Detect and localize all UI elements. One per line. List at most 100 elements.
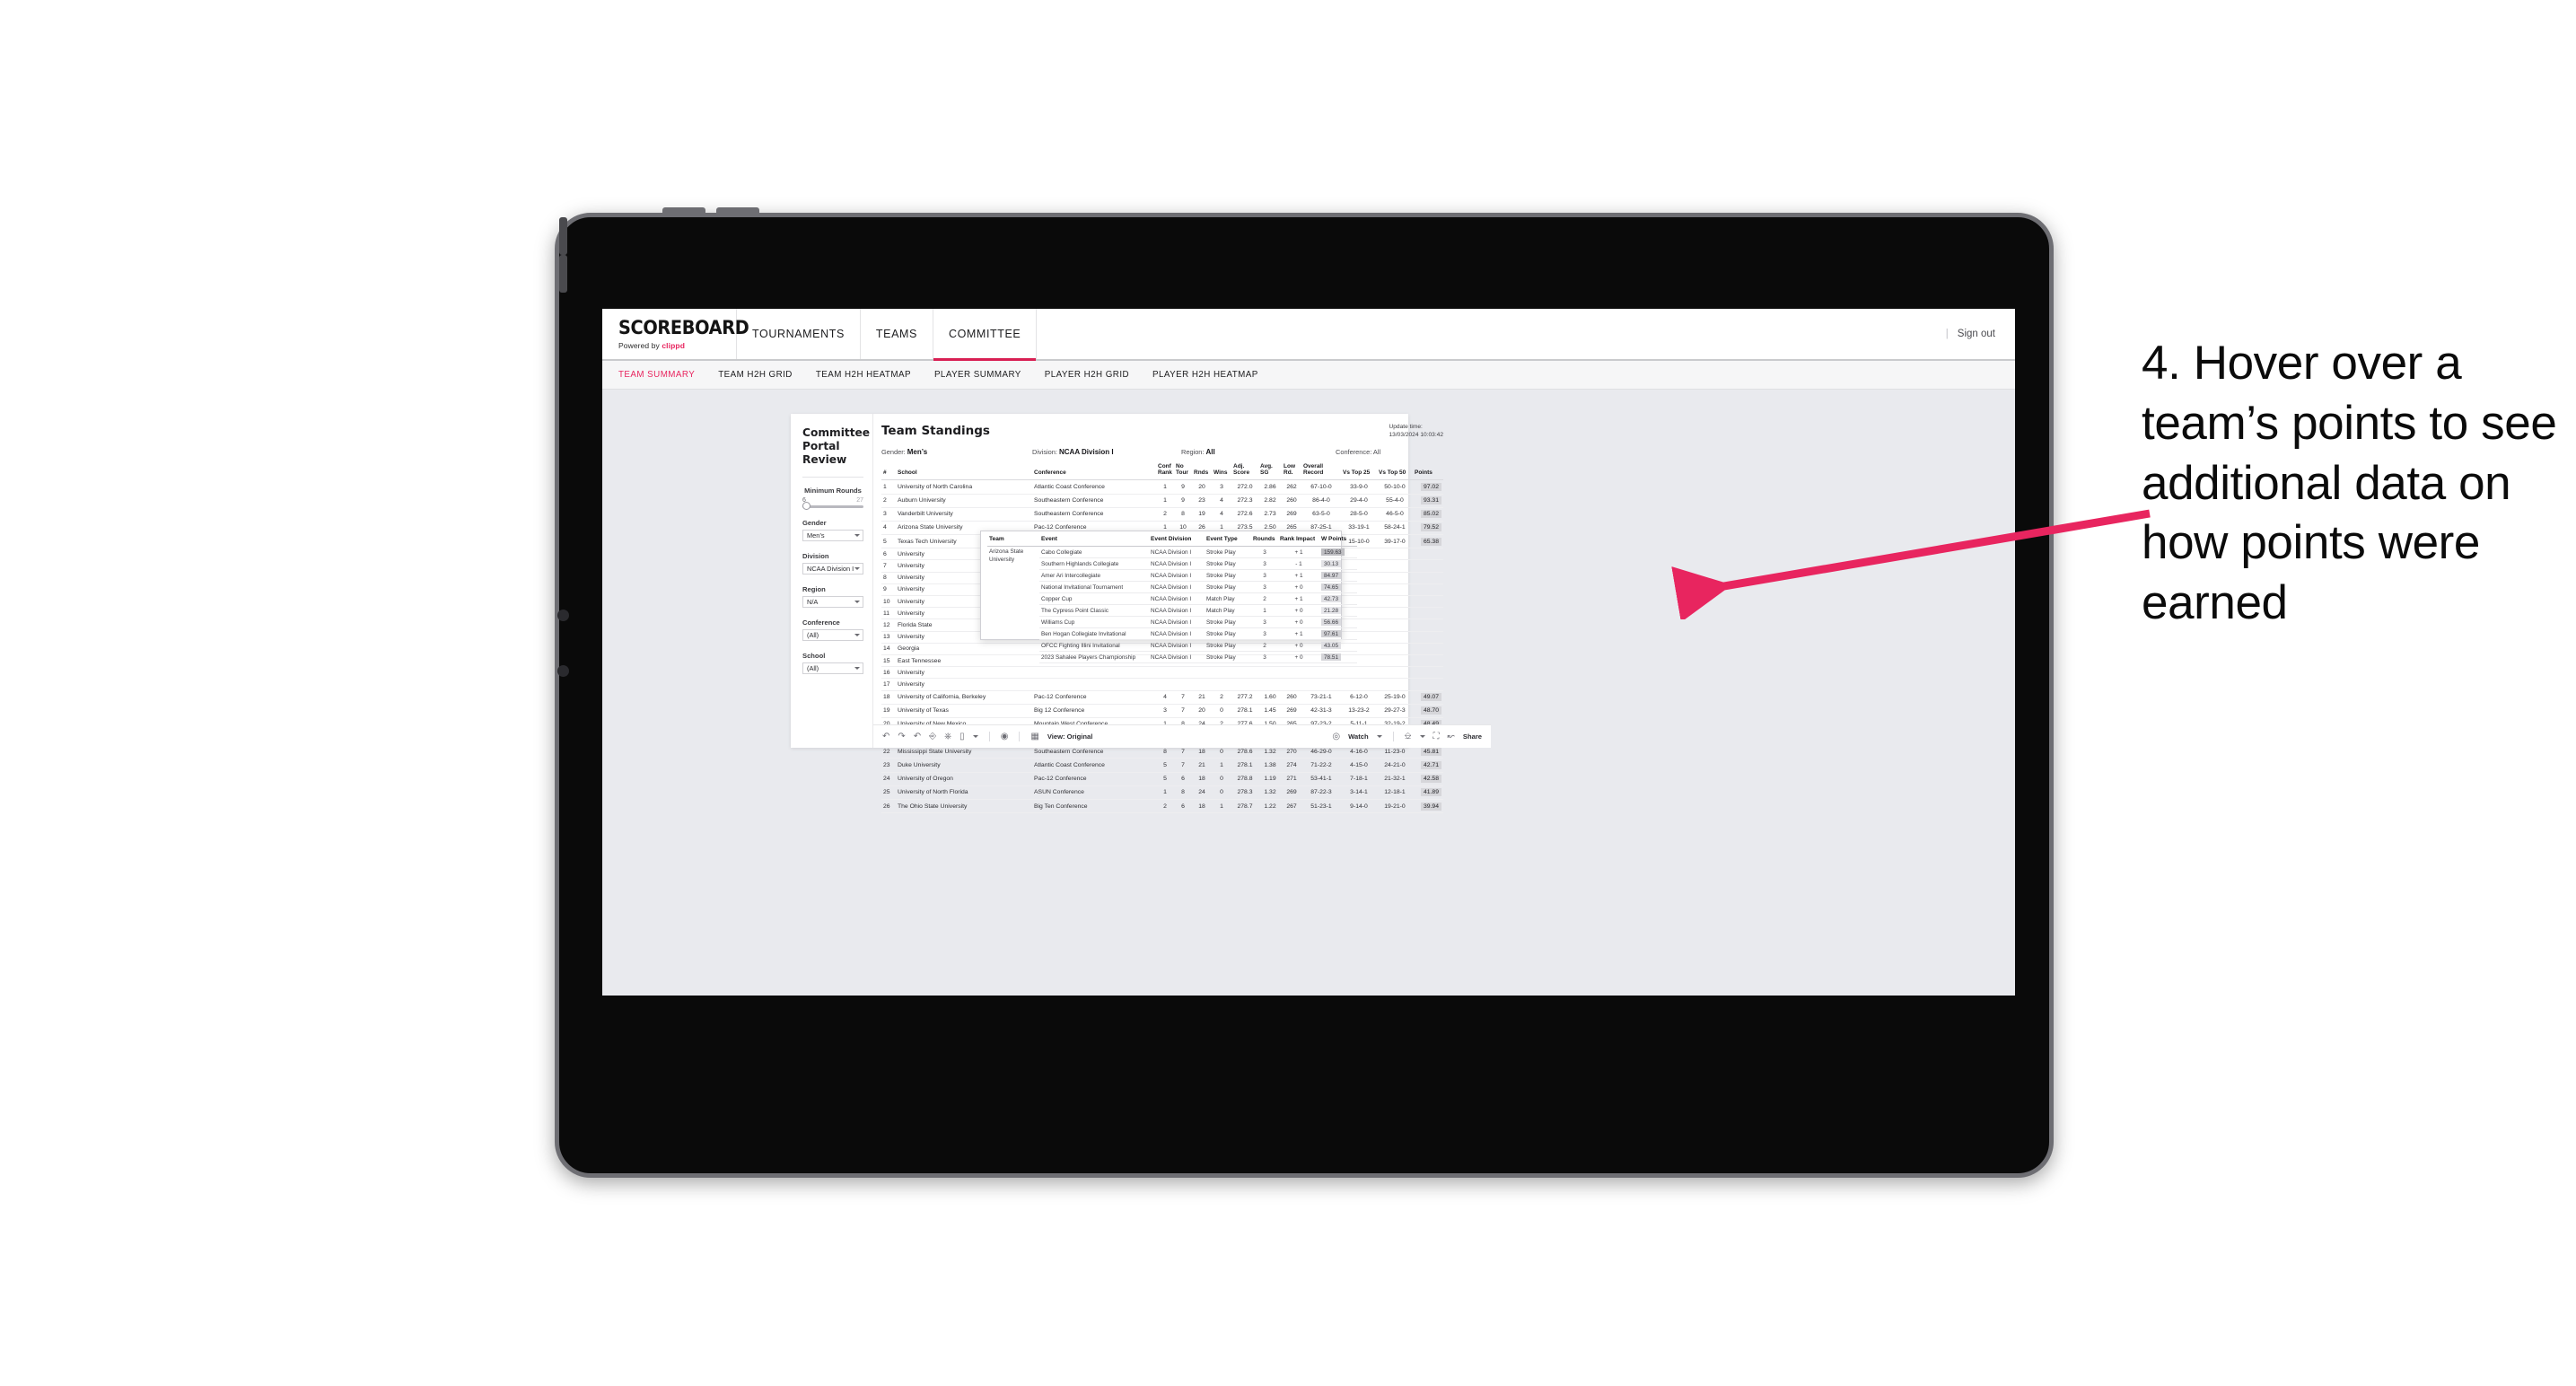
device-layout-icon[interactable]: ▯: [959, 732, 965, 741]
volume-down-button[interactable]: [716, 207, 759, 215]
points-cell[interactable]: 97.02: [1413, 479, 1443, 495]
school-select[interactable]: (All): [802, 662, 863, 674]
watch-icon[interactable]: ◎: [1332, 732, 1340, 741]
tab-player-h2h-heatmap[interactable]: PLAYER H2H HEATMAP: [1152, 370, 1258, 380]
points-value[interactable]: 85.02: [1420, 510, 1441, 519]
points-cell[interactable]: 48.70: [1413, 704, 1443, 718]
points-value[interactable]: 49.07: [1420, 693, 1441, 702]
col-adj-score[interactable]: Adj. Score: [1231, 462, 1258, 481]
points-cell[interactable]: 42.58: [1413, 772, 1443, 786]
col-wins[interactable]: Wins: [1212, 462, 1231, 481]
gender-select[interactable]: Men’s: [802, 529, 863, 541]
power-button[interactable]: [559, 217, 567, 255]
points-cell[interactable]: 39.94: [1413, 799, 1443, 814]
division-select[interactable]: NCAA Division I: [802, 562, 863, 575]
tab-team-h2h-heatmap[interactable]: TEAM H2H HEATMAP: [816, 370, 911, 380]
table-row[interactable]: 1 University of North Carolina Atlantic Co…: [881, 479, 1443, 495]
table-row[interactable]: 17 University: [881, 678, 1443, 691]
table-row[interactable]: 26 The Ohio State University Big Ten Confe…: [881, 799, 1443, 814]
points-value[interactable]: 39.94: [1420, 802, 1441, 811]
points-value[interactable]: 93.31: [1420, 496, 1441, 505]
points-cell[interactable]: [1413, 595, 1443, 609]
tab-team-summary[interactable]: TEAM SUMMARY: [618, 370, 695, 380]
points-cell[interactable]: [1413, 631, 1443, 644]
table-row[interactable]: 16 University: [881, 666, 1443, 680]
alert-icon[interactable]: ◉: [1001, 732, 1009, 741]
col-no-tour[interactable]: No Tour: [1174, 462, 1192, 481]
points-cell[interactable]: 65.38: [1413, 534, 1443, 549]
points-cell[interactable]: [1413, 643, 1443, 655]
brand-logo[interactable]: SCOREBOARD Powered by clippd: [602, 309, 749, 359]
points-cell[interactable]: [1413, 559, 1443, 573]
col-rank[interactable]: #: [881, 462, 896, 481]
points-value[interactable]: 79.52: [1420, 523, 1441, 532]
col-school[interactable]: School: [896, 462, 1032, 481]
points-cell[interactable]: 85.02: [1413, 507, 1443, 522]
dropdown-caret-icon[interactable]: [972, 735, 978, 738]
download-caret-icon[interactable]: [1419, 735, 1425, 738]
region-select[interactable]: N/A: [802, 595, 863, 608]
col-conf-rank[interactable]: Conf Rank: [1156, 462, 1174, 481]
points-value[interactable]: 42.71: [1420, 761, 1441, 770]
points-cell[interactable]: [1413, 583, 1443, 597]
table-row[interactable]: 23 Duke University Atlantic Coast Conferen…: [881, 758, 1443, 773]
points-value[interactable]: 48.70: [1420, 706, 1441, 715]
points-cell[interactable]: [1413, 607, 1443, 620]
points-value[interactable]: 41.89: [1420, 788, 1441, 797]
points-value[interactable]: 97.02: [1420, 482, 1441, 491]
col-vs-top-50[interactable]: Vs Top 50: [1377, 462, 1413, 481]
col-avg-sg[interactable]: Avg. SG: [1258, 462, 1282, 481]
table-row[interactable]: 18 University of California, Berkeley Pac-…: [881, 690, 1443, 705]
share-icon[interactable]: ↜: [1448, 732, 1455, 741]
side-button[interactable]: [559, 255, 567, 293]
minimum-rounds-slider[interactable]: [802, 502, 863, 511]
view-label[interactable]: View: Original: [1047, 732, 1093, 741]
watch-label[interactable]: Watch: [1348, 732, 1369, 741]
col-conference[interactable]: Conference: [1032, 462, 1156, 481]
col-points[interactable]: Points: [1413, 462, 1443, 481]
col-rnds[interactable]: Rnds: [1192, 462, 1212, 481]
tab-player-h2h-grid[interactable]: PLAYER H2H GRID: [1045, 370, 1129, 380]
table-row[interactable]: 25 University of North Florida ASUN Confer…: [881, 785, 1443, 801]
table-row[interactable]: 2 Auburn University Southeastern Conferenc…: [881, 494, 1443, 508]
watch-caret-icon[interactable]: [1376, 735, 1382, 738]
nav-item-tournaments[interactable]: TOURNAMENTS: [737, 309, 861, 359]
points-value[interactable]: 42.58: [1420, 775, 1441, 784]
slider-handle[interactable]: [802, 502, 810, 511]
points-cell[interactable]: [1413, 618, 1443, 632]
points-cell[interactable]: [1413, 666, 1443, 680]
refresh-icon[interactable]: ⎆: [929, 732, 936, 741]
tab-team-h2h-grid[interactable]: TEAM H2H GRID: [718, 370, 793, 380]
points-cell[interactable]: 42.71: [1413, 758, 1443, 773]
fullscreen-icon[interactable]: ⛶: [1433, 732, 1440, 741]
points-value[interactable]: 65.38: [1420, 537, 1441, 546]
sign-out-button[interactable]: | Sign out: [1946, 309, 2015, 359]
points-value[interactable]: 45.81: [1420, 747, 1441, 756]
points-cell[interactable]: [1413, 678, 1443, 691]
col-vs-top-25[interactable]: Vs Top 25: [1341, 462, 1377, 481]
table-row[interactable]: 19 University of Texas Big 12 Conference 3 7…: [881, 704, 1443, 718]
redo-icon[interactable]: ↷: [898, 732, 905, 741]
points-cell[interactable]: [1413, 654, 1443, 668]
revert-icon[interactable]: ↶: [914, 732, 921, 741]
points-cell[interactable]: 79.52: [1413, 521, 1443, 536]
points-cell[interactable]: [1413, 548, 1443, 561]
download-icon[interactable]: ⎒: [1405, 732, 1412, 741]
share-label[interactable]: Share: [1463, 732, 1482, 741]
points-cell[interactable]: [1413, 572, 1443, 584]
col-overall-record[interactable]: Overall Record: [1301, 462, 1341, 481]
nav-item-teams[interactable]: TEAMS: [861, 309, 933, 359]
tab-player-summary[interactable]: PLAYER SUMMARY: [934, 370, 1021, 380]
table-row[interactable]: 24 University of Oregon Pac-12 Conference 5…: [881, 772, 1443, 786]
points-cell[interactable]: 49.07: [1413, 690, 1443, 705]
nav-item-committee[interactable]: COMMITTEE: [933, 309, 1038, 361]
col-low-rd[interactable]: Low Rd.: [1282, 462, 1301, 481]
points-cell[interactable]: 41.89: [1413, 785, 1443, 801]
pause-icon[interactable]: ⎈: [944, 732, 951, 741]
conference-select[interactable]: (All): [802, 628, 863, 641]
table-row[interactable]: 3 Vanderbilt University Southeastern Confe…: [881, 507, 1443, 522]
undo-icon[interactable]: ↶: [882, 732, 889, 741]
points-cell[interactable]: 93.31: [1413, 494, 1443, 508]
volume-up-button[interactable]: [662, 207, 705, 215]
view-icon[interactable]: ▦: [1030, 732, 1038, 741]
